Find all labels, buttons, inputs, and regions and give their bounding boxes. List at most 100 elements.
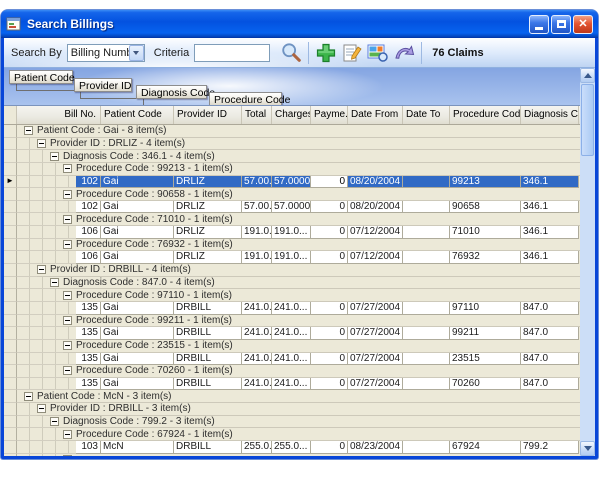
column-header-diagnosis_code[interactable]: Diagnosis Code xyxy=(521,106,579,124)
cell-diagnosis_code[interactable]: 346.1 xyxy=(521,226,579,239)
cell-charges[interactable]: 255.0... xyxy=(272,441,311,454)
cell-bill_no[interactable]: 102 xyxy=(76,201,101,214)
cell-procedure_code[interactable]: 67924 xyxy=(450,441,521,454)
cell-total[interactable]: 241.0... xyxy=(242,353,272,366)
cell-provider_id[interactable]: DRLIZ xyxy=(174,176,242,189)
cell-date_from[interactable]: 08/20/2004 xyxy=(348,176,403,189)
cell-date_from[interactable]: 07/12/2004 xyxy=(348,251,403,264)
cell-date_to[interactable] xyxy=(403,327,450,340)
cell-diagnosis_code[interactable]: 346.1 xyxy=(521,176,579,189)
maximize-button[interactable] xyxy=(551,15,571,34)
cell-bill_no[interactable]: 106 xyxy=(76,226,101,239)
cell-date_to[interactable] xyxy=(403,441,450,454)
group-row-band[interactable]: Provider ID : DRBILL - 4 item(s) xyxy=(37,264,580,277)
collapse-icon[interactable] xyxy=(63,430,72,439)
cell-total[interactable]: 241.0... xyxy=(242,378,272,391)
post-claims-button[interactable] xyxy=(391,41,417,65)
row-indicator[interactable] xyxy=(4,289,17,302)
row-indicator[interactable] xyxy=(4,138,17,151)
column-header-total[interactable]: Total xyxy=(242,106,272,124)
group-row-band[interactable]: Procedure Code : 99213 - 1 item(s) xyxy=(63,163,580,176)
close-button[interactable]: ✕ xyxy=(573,15,593,34)
cell-diagnosis_code[interactable]: 847.0 xyxy=(521,327,579,340)
row-indicator[interactable] xyxy=(4,327,17,340)
group-row[interactable]: Provider ID : DRBILL - 4 item(s) xyxy=(4,264,580,277)
title-bar[interactable]: Search Billings ✕ xyxy=(1,10,598,38)
row-indicator[interactable] xyxy=(4,416,17,429)
cell-patient_code[interactable]: Gai xyxy=(101,201,174,214)
cell-date_to[interactable] xyxy=(403,226,450,239)
cell-total[interactable]: 191.0... xyxy=(242,251,272,264)
cell-charges[interactable]: 191.0... xyxy=(272,251,311,264)
cell-charges[interactable]: 241.0... xyxy=(272,378,311,391)
cell-bill_no[interactable]: 106 xyxy=(76,251,101,264)
row-indicator[interactable] xyxy=(4,315,17,328)
cell-charges[interactable]: 241.0... xyxy=(272,353,311,366)
cell-bill_no[interactable]: 135 xyxy=(76,327,101,340)
cell-diagnosis_code[interactable]: 847.0 xyxy=(521,353,579,366)
group-row-band[interactable]: Procedure Code : 23515 - 1 item(s) xyxy=(63,340,580,353)
search-by-dropdown[interactable]: Billing Number xyxy=(67,44,145,62)
row-indicator[interactable] xyxy=(4,378,17,391)
group-row-band[interactable]: Patient Code : McN - 3 item(s) xyxy=(24,390,580,403)
collapse-icon[interactable] xyxy=(63,164,72,173)
cell-total[interactable]: 57.00... xyxy=(242,176,272,189)
collapse-icon[interactable] xyxy=(24,392,33,401)
cell-charges[interactable]: 241.0... xyxy=(272,302,311,315)
cell-provider_id[interactable]: DRBILL xyxy=(174,441,242,454)
row-indicator[interactable] xyxy=(4,163,17,176)
cell-provider_id[interactable]: DRLIZ xyxy=(174,251,242,264)
group-row[interactable]: Procedure Code : 97110 - 1 item(s) xyxy=(4,289,580,302)
table-row[interactable]: 106GaiDRLIZ191.0...191.0...007/12/200476… xyxy=(4,251,580,264)
group-row-band[interactable]: Procedure Code : 97110 - 1 item(s) xyxy=(63,289,580,302)
row-indicator[interactable] xyxy=(4,201,17,214)
dropdown-button[interactable] xyxy=(129,45,144,61)
cell-procedure_code[interactable]: 71010 xyxy=(450,226,521,239)
cell-diagnosis_code[interactable]: 847.0 xyxy=(521,302,579,315)
cell-payment[interactable]: 0 xyxy=(311,201,348,214)
group-row[interactable]: Procedure Code : 67924 - 1 item(s) xyxy=(4,428,580,441)
scrollbar-track[interactable] xyxy=(580,157,595,441)
cell-provider_id[interactable]: DRLIZ xyxy=(174,226,242,239)
collapse-icon[interactable] xyxy=(37,404,46,413)
row-indicator[interactable] xyxy=(4,454,17,456)
cell-payment[interactable]: 0 xyxy=(311,378,348,391)
group-row-band[interactable]: Procedure Code : 76932 - 1 item(s) xyxy=(63,239,580,252)
collapse-icon[interactable] xyxy=(63,455,72,456)
group-row[interactable] xyxy=(4,454,580,456)
cell-bill_no[interactable]: 135 xyxy=(76,302,101,315)
cell-procedure_code[interactable]: 99211 xyxy=(450,327,521,340)
cell-date_to[interactable] xyxy=(403,353,450,366)
cell-procedure_code[interactable]: 99213 xyxy=(450,176,521,189)
cell-charges[interactable]: 191.0... xyxy=(272,226,311,239)
cell-total[interactable]: 57.00... xyxy=(242,201,272,214)
minimize-button[interactable] xyxy=(529,15,549,34)
cell-payment[interactable]: 0 xyxy=(311,353,348,366)
collapse-icon[interactable] xyxy=(37,265,46,274)
cell-payment-editor[interactable]: 0 xyxy=(311,176,348,189)
cell-date_to[interactable] xyxy=(403,176,450,189)
cell-charges[interactable]: 57.0000 xyxy=(272,176,311,189)
row-indicator[interactable] xyxy=(4,264,17,277)
cell-diagnosis_code[interactable]: 847.0 xyxy=(521,378,579,391)
group-row[interactable]: Diagnosis Code : 346.1 - 4 item(s) xyxy=(4,150,580,163)
cell-procedure_code[interactable]: 76932 xyxy=(450,251,521,264)
cell-bill_no[interactable]: 135 xyxy=(76,353,101,366)
cell-payment[interactable]: 0 xyxy=(311,302,348,315)
cell-charges[interactable]: 57.0000 xyxy=(272,201,311,214)
group-row[interactable]: Patient Code : Gai - 8 item(s) xyxy=(4,125,580,138)
collapse-icon[interactable] xyxy=(63,316,72,325)
cell-procedure_code[interactable]: 23515 xyxy=(450,353,521,366)
cell-date_from[interactable]: 07/27/2004 xyxy=(348,353,403,366)
row-indicator[interactable] xyxy=(4,390,17,403)
table-row[interactable]: 135GaiDRBILL241.0...241.0...007/27/20049… xyxy=(4,327,580,340)
row-indicator[interactable] xyxy=(4,365,17,378)
cell-date_from[interactable]: 07/27/2004 xyxy=(348,378,403,391)
row-indicator[interactable] xyxy=(4,226,17,239)
row-indicator[interactable] xyxy=(4,239,17,252)
group-box-patient-code[interactable]: Patient Code xyxy=(9,70,73,84)
column-header-provider_id[interactable]: Provider ID xyxy=(174,106,242,124)
cell-total[interactable]: 191.0... xyxy=(242,226,272,239)
table-row[interactable]: 135GaiDRBILL241.0...241.0...007/27/20047… xyxy=(4,378,580,391)
cell-date_to[interactable] xyxy=(403,201,450,214)
